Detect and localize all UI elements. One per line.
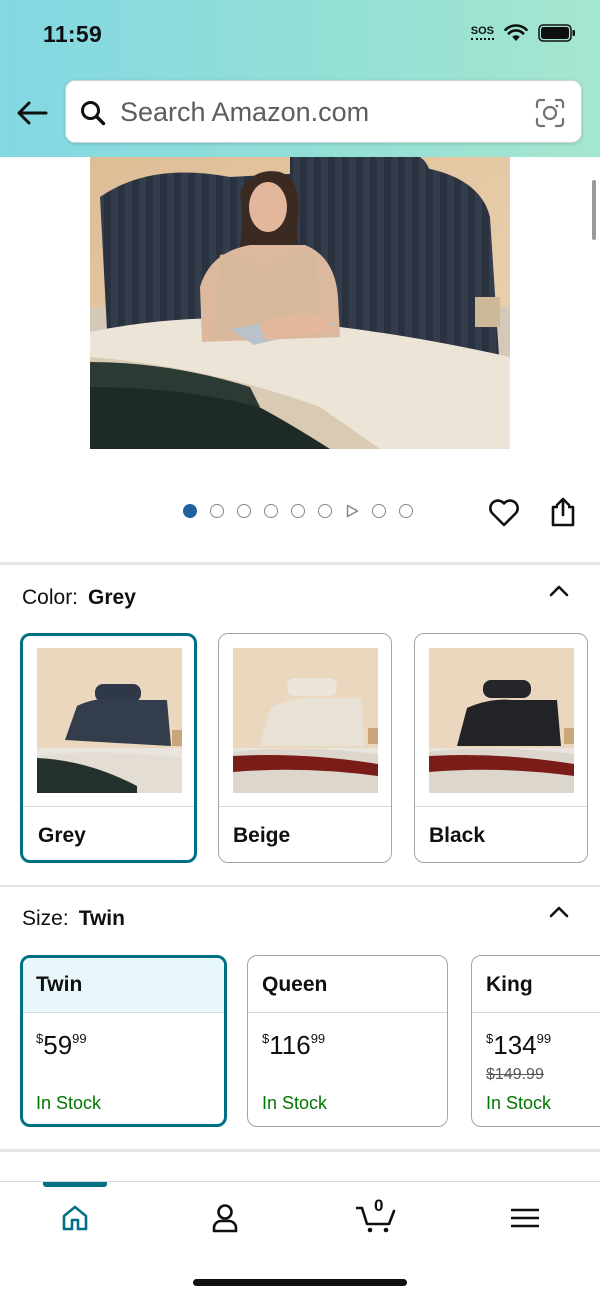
size-option-price: $13499 — [486, 1030, 551, 1061]
carousel-dot[interactable] — [372, 504, 386, 518]
product-image[interactable] — [90, 157, 510, 449]
selected-color: Grey — [88, 586, 136, 609]
price-whole: 134 — [493, 1030, 537, 1060]
color-swatch-image — [233, 648, 378, 793]
cart-count-badge: 0 — [374, 1196, 384, 1215]
chevron-up-icon[interactable] — [548, 905, 570, 919]
size-option-twin[interactable]: Twin $5999 In Stock — [20, 955, 227, 1127]
size-option-label: Queen — [262, 973, 328, 996]
product-photo — [90, 157, 510, 449]
status-time: 11:59 — [43, 21, 103, 47]
price-fraction: 99 — [72, 1031, 87, 1046]
size-option-header: Twin — [23, 958, 224, 1013]
carousel-dot[interactable] — [210, 504, 224, 518]
battery-icon — [538, 24, 575, 42]
search-icon — [81, 101, 106, 126]
section-divider — [0, 1149, 600, 1152]
color-option-label: Black — [429, 824, 486, 847]
home-indicator[interactable] — [193, 1279, 407, 1286]
size-label: Size: — [22, 907, 69, 930]
share-icon[interactable] — [549, 496, 577, 528]
home-icon — [62, 1205, 88, 1231]
color-swatch-image — [37, 648, 182, 793]
size-option-price: $11699 — [262, 1030, 325, 1061]
search-input[interactable] — [120, 95, 520, 129]
back-button[interactable] — [15, 96, 49, 130]
carousel-dot[interactable] — [264, 504, 278, 518]
section-divider — [0, 562, 600, 565]
size-selector-label: Size: Twin — [22, 907, 125, 931]
card-divider — [415, 806, 587, 807]
color-selector-label: Color: Grey — [22, 586, 136, 610]
menu-icon — [511, 1208, 539, 1228]
carousel-dot[interactable] — [183, 504, 197, 518]
section-divider — [0, 885, 600, 887]
arrow-left-icon — [17, 101, 48, 125]
card-divider — [23, 806, 194, 807]
color-option-label: Beige — [233, 824, 291, 847]
availability-status: In Stock — [486, 1093, 552, 1113]
size-option-header: King — [472, 956, 600, 1013]
heart-icon[interactable] — [488, 498, 520, 528]
bottom-navigation: 0 — [0, 1181, 600, 1299]
nav-cart[interactable]: 0 — [356, 1196, 396, 1238]
size-option-king[interactable]: King $13499 $149.99 In Stock — [471, 955, 600, 1127]
active-tab-indicator — [43, 1182, 107, 1187]
search-bar[interactable] — [65, 80, 582, 143]
video-play-icon[interactable] — [345, 504, 359, 518]
wifi-icon — [504, 24, 528, 41]
price-whole: 59 — [43, 1030, 73, 1060]
nav-home[interactable] — [55, 1198, 95, 1238]
person-icon — [212, 1204, 238, 1233]
list-price: $149.99 — [486, 1066, 544, 1083]
image-carousel-dots[interactable] — [183, 504, 413, 518]
size-option-label: King — [486, 973, 533, 996]
size-option-queen[interactable]: Queen $11699 In Stock — [247, 955, 448, 1127]
sos-indicator: SOS — [470, 26, 494, 40]
status-indicators: SOS — [470, 24, 576, 42]
card-divider — [219, 806, 391, 807]
color-option-grey[interactable]: Grey — [20, 633, 197, 863]
scrollbar[interactable] — [592, 180, 596, 240]
size-option-price: $5999 — [36, 1030, 87, 1061]
color-option-label: Grey — [38, 824, 86, 847]
availability-status: In Stock — [262, 1093, 328, 1113]
size-option-label: Twin — [36, 973, 83, 996]
app-header: 11:59 SOS — [0, 0, 600, 157]
carousel-dot[interactable] — [291, 504, 305, 518]
color-swatch-image — [429, 648, 574, 793]
nav-menu[interactable] — [505, 1198, 545, 1238]
color-option-beige[interactable]: Beige — [218, 633, 392, 863]
selected-size: Twin — [78, 907, 125, 930]
carousel-dot[interactable] — [237, 504, 251, 518]
size-option-header: Queen — [248, 956, 447, 1013]
carousel-dot[interactable] — [399, 504, 413, 518]
camera-lens-icon[interactable] — [535, 98, 565, 128]
color-option-black[interactable]: Black — [414, 633, 588, 863]
color-label: Color: — [22, 586, 79, 609]
carousel-dot[interactable] — [318, 504, 332, 518]
nav-account[interactable] — [205, 1198, 245, 1238]
price-whole: 116 — [269, 1030, 311, 1060]
availability-status: In Stock — [36, 1093, 102, 1113]
price-fraction: 99 — [536, 1031, 552, 1046]
price-fraction: 99 — [310, 1031, 326, 1046]
chevron-up-icon[interactable] — [548, 584, 570, 598]
